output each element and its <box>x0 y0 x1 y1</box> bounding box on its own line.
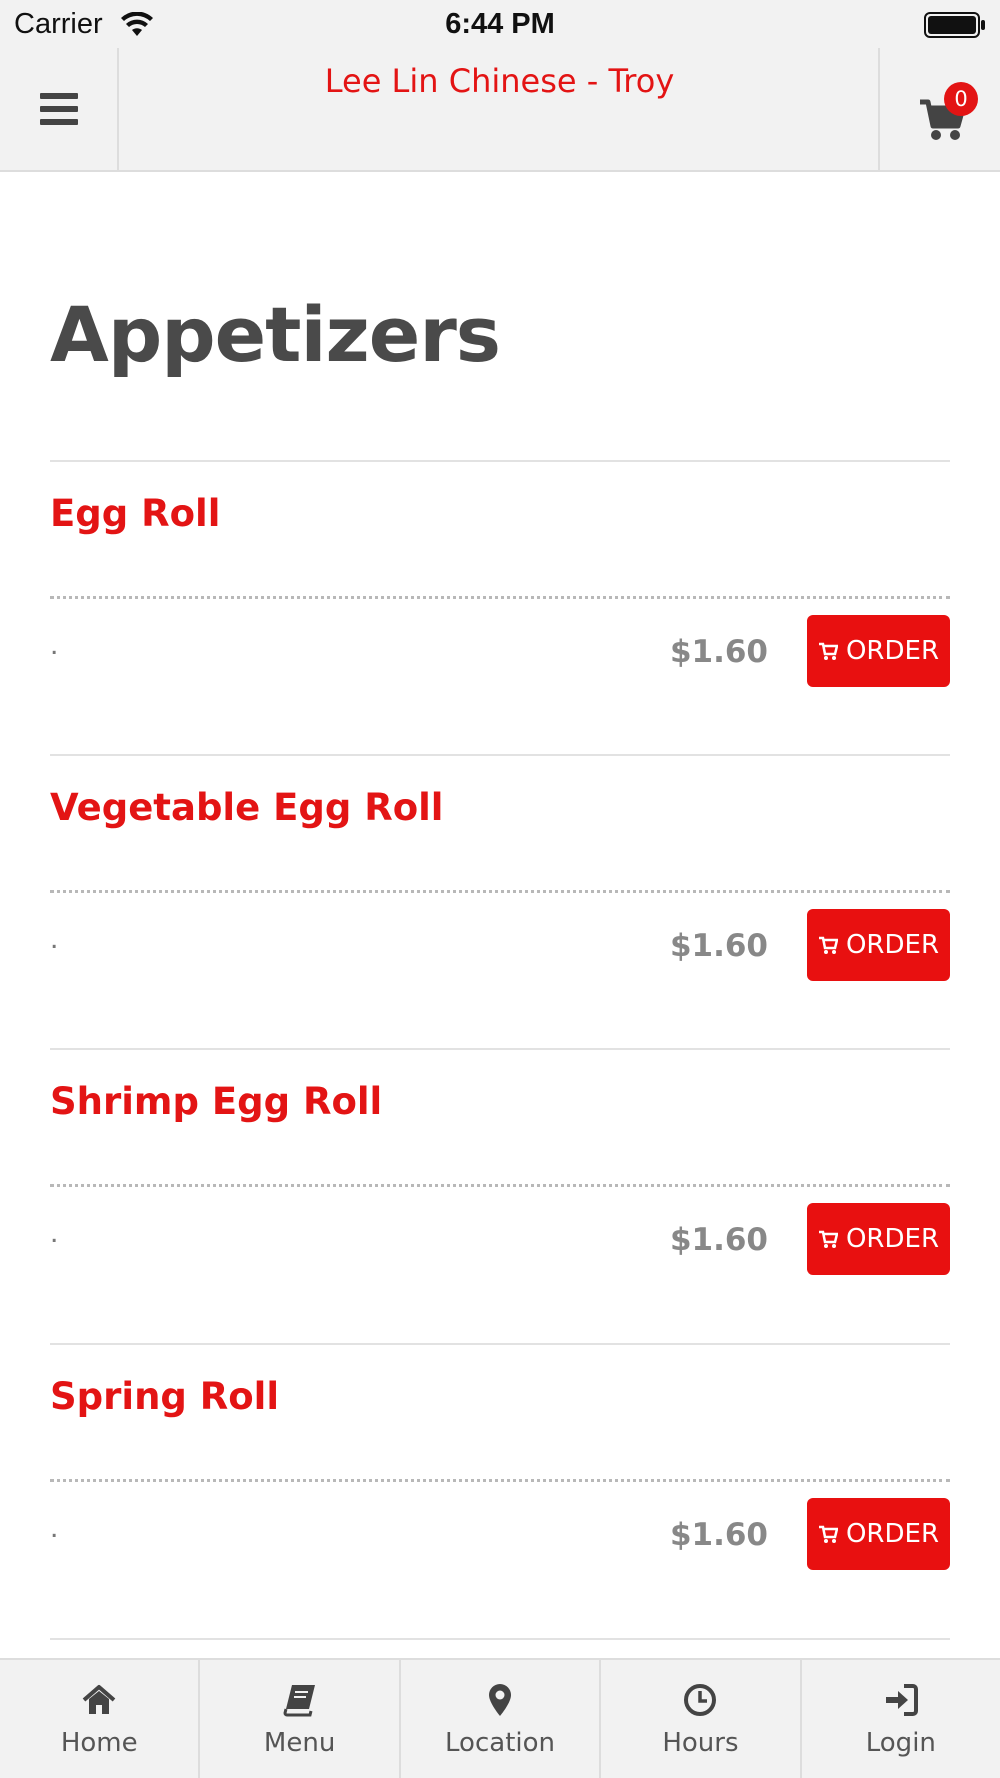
cart-plus-icon <box>818 1525 838 1543</box>
order-label: ORDER <box>845 1224 940 1254</box>
status-bar: Carrier 6:44 PM <box>0 0 1000 48</box>
tab-menu[interactable]: Menu <box>200 1660 401 1778</box>
divider <box>50 1638 950 1640</box>
menu-item: Egg Roll . $1.60 ORDER <box>50 460 950 754</box>
book-icon <box>283 1685 315 1717</box>
restaurant-title: Lee Lin Chinese - Troy <box>324 62 675 100</box>
tab-location[interactable]: Location <box>401 1660 602 1778</box>
tab-login-label: Login <box>865 1728 936 1758</box>
item-description: . <box>50 628 59 661</box>
menu-item: Spring Roll . $1.60 ORDER <box>50 1343 950 1637</box>
cart-plus-icon <box>818 1230 838 1248</box>
item-name[interactable]: Egg Roll <box>50 492 220 535</box>
tab-home-label: Home <box>60 1728 138 1758</box>
item-price: $1.60 <box>669 928 768 964</box>
tab-login[interactable]: Login <box>802 1660 1000 1778</box>
hamburger-icon <box>39 93 78 125</box>
tab-hours-label: Hours <box>662 1728 739 1758</box>
app-header: Lee Lin Chinese - Troy 0 <box>0 48 1000 172</box>
tab-home[interactable]: Home <box>0 1660 201 1778</box>
item-description: . <box>50 1511 59 1544</box>
dotted-divider <box>50 596 950 599</box>
item-name[interactable]: Vegetable Egg Roll <box>50 786 444 829</box>
item-description: . <box>50 922 59 955</box>
menu-item: Vegetable Egg Roll . $1.60 ORDER <box>50 754 950 1048</box>
menu-item: Shrimp Egg Roll . $1.60 ORDER <box>50 1048 950 1342</box>
home-icon <box>82 1685 116 1714</box>
order-button[interactable]: ORDER <box>807 909 950 981</box>
sign-in-icon <box>885 1684 918 1716</box>
item-price: $1.60 <box>669 634 768 670</box>
item-price: $1.60 <box>669 1517 768 1553</box>
status-time: 6:44 PM <box>445 8 555 40</box>
menu-toggle-button[interactable] <box>0 48 119 170</box>
order-label: ORDER <box>845 636 940 666</box>
battery-icon <box>924 12 985 38</box>
tab-menu-label: Menu <box>263 1728 336 1758</box>
dotted-divider <box>50 1479 950 1482</box>
cart-plus-icon <box>818 642 838 660</box>
clock-icon <box>684 1684 717 1716</box>
dotted-divider <box>50 890 950 893</box>
tab-location-label: Location <box>445 1728 555 1758</box>
item-name[interactable]: Spring Roll <box>50 1375 279 1418</box>
cart-button[interactable]: 0 <box>878 48 1000 170</box>
order-button[interactable]: ORDER <box>807 1203 950 1275</box>
cart-plus-icon <box>818 936 838 954</box>
cart-count-badge: 0 <box>944 82 978 116</box>
order-label: ORDER <box>845 1519 940 1549</box>
item-description: . <box>50 1216 59 1249</box>
order-button[interactable]: ORDER <box>807 615 950 687</box>
item-name[interactable]: Shrimp Egg Roll <box>50 1080 382 1123</box>
tab-hours[interactable]: Hours <box>601 1660 802 1778</box>
item-price: $1.60 <box>669 1222 768 1258</box>
bottom-tab-bar: Home Menu Location Hours Login <box>0 1658 1000 1778</box>
order-button[interactable]: ORDER <box>807 1498 950 1570</box>
dotted-divider <box>50 1184 950 1187</box>
map-marker-icon <box>489 1684 512 1716</box>
page-title: Appetizers <box>50 290 501 379</box>
order-label: ORDER <box>845 930 940 960</box>
